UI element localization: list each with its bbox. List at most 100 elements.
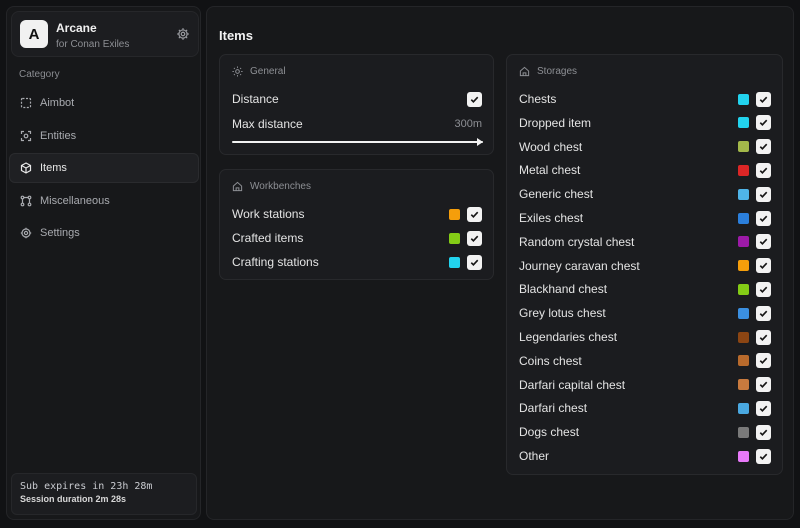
- sidebar-item-aimbot[interactable]: Aimbot: [9, 88, 199, 118]
- gear-icon: [20, 227, 32, 239]
- storage-label: Exiles chest: [519, 211, 584, 225]
- app-logo: A: [20, 20, 48, 48]
- storage-checkbox[interactable]: [756, 329, 771, 345]
- check-icon: [759, 381, 768, 389]
- color-swatch[interactable]: [738, 141, 749, 153]
- brand-settings-gear-icon[interactable]: [176, 27, 190, 41]
- color-swatch[interactable]: [449, 232, 460, 244]
- storage-label: Dropped item: [519, 115, 592, 130]
- check-icon: [759, 167, 768, 174]
- workbench-row: Work stations: [232, 203, 482, 225]
- color-swatch[interactable]: [738, 355, 749, 367]
- storage-checkbox[interactable]: [756, 281, 771, 297]
- storage-row: Grey lotus chest: [519, 302, 771, 324]
- storage-checkbox[interactable]: [756, 139, 771, 155]
- color-swatch[interactable]: [738, 188, 749, 200]
- storage-row: Legendaries chest: [519, 326, 771, 348]
- sidebar-item-miscellaneous[interactable]: Miscellaneous: [9, 186, 199, 216]
- storage-label: Journey caravan chest: [519, 258, 640, 273]
- storage-checkbox[interactable]: [756, 424, 771, 440]
- check-icon: [470, 235, 479, 242]
- storages-card: Storages Chests Dropped item Wood chest Met…: [506, 54, 783, 475]
- storage-row: Chests: [519, 88, 771, 110]
- color-swatch[interactable]: [738, 379, 749, 391]
- storage-label: Coins chest: [519, 353, 582, 368]
- max-distance-label: Max distance: [232, 117, 303, 131]
- storage-row: Coins chest: [519, 350, 771, 372]
- color-swatch[interactable]: [449, 208, 460, 220]
- storage-checkbox[interactable]: [756, 186, 771, 202]
- color-swatch[interactable]: [738, 260, 749, 272]
- storage-row: Dropped item: [519, 112, 771, 134]
- color-swatch[interactable]: [449, 256, 460, 268]
- workbenches-card-title: Workbenches: [250, 181, 311, 192]
- distance-label: Distance: [232, 92, 279, 106]
- color-swatch[interactable]: [738, 331, 749, 343]
- storage-label: Dogs chest: [519, 425, 580, 440]
- color-swatch[interactable]: [738, 307, 749, 319]
- sidebar-item-settings[interactable]: Settings: [9, 218, 199, 248]
- check-icon: [759, 262, 768, 270]
- color-swatch[interactable]: [738, 212, 749, 224]
- color-swatch[interactable]: [738, 283, 749, 295]
- storage-row: Journey caravan chest: [519, 255, 771, 277]
- storage-row: Darfari capital chest: [519, 374, 771, 396]
- house-icon: [232, 181, 243, 192]
- sun-icon: [232, 66, 243, 77]
- general-card-title: General: [250, 66, 286, 77]
- color-swatch[interactable]: [738, 450, 749, 462]
- storage-label: Metal chest: [519, 163, 581, 178]
- general-card: General Distance Max distance 300m: [219, 54, 494, 155]
- color-swatch[interactable]: [738, 164, 749, 176]
- check-icon: [759, 119, 768, 127]
- sidebar-item-label: Aimbot: [40, 97, 75, 109]
- check-icon: [759, 334, 768, 341]
- storage-checkbox[interactable]: [756, 210, 771, 226]
- storage-label: Wood chest: [519, 139, 583, 154]
- color-swatch[interactable]: [738, 426, 749, 438]
- sidebar-item-label: Items: [40, 162, 67, 174]
- color-swatch[interactable]: [738, 93, 749, 105]
- check-icon: [759, 143, 768, 151]
- storage-row: Metal chest: [519, 159, 771, 181]
- sidebar: A Arcane for Conan Exiles Category Aimbo…: [6, 6, 201, 520]
- check-icon: [470, 259, 479, 266]
- storage-row: Dogs chest: [519, 421, 771, 443]
- cube-icon: [20, 162, 32, 174]
- storage-checkbox[interactable]: [756, 234, 771, 250]
- slider-handle[interactable]: [477, 138, 483, 146]
- storage-checkbox[interactable]: [756, 258, 771, 274]
- color-swatch[interactable]: [738, 117, 749, 129]
- general-card-header: General: [232, 66, 286, 77]
- workbench-label: Work stations: [232, 207, 305, 221]
- storage-checkbox[interactable]: [756, 377, 771, 393]
- storage-label: Grey lotus chest: [519, 306, 606, 321]
- distance-checkbox[interactable]: [467, 91, 482, 107]
- workbenches-card: Workbenches Work stations Crafted items Cr…: [219, 169, 494, 280]
- sidebar-item-entities[interactable]: Entities: [9, 121, 199, 151]
- storage-checkbox[interactable]: [756, 448, 771, 464]
- sidebar-item-items[interactable]: Items: [9, 153, 199, 183]
- house-icon: [519, 66, 530, 77]
- color-swatch[interactable]: [738, 236, 749, 248]
- color-swatch[interactable]: [738, 402, 749, 414]
- storage-checkbox[interactable]: [756, 115, 771, 131]
- storage-checkbox[interactable]: [756, 91, 771, 107]
- storage-row: Exiles chest: [519, 207, 771, 229]
- storage-row: Wood chest: [519, 136, 771, 158]
- storage-checkbox[interactable]: [756, 162, 771, 178]
- workbench-checkbox[interactable]: [467, 254, 482, 270]
- storage-checkbox[interactable]: [756, 305, 771, 321]
- storage-label: Random crystal chest: [519, 234, 635, 249]
- storage-checkbox[interactable]: [756, 400, 771, 416]
- max-distance-slider[interactable]: [232, 138, 483, 146]
- storage-label: Generic chest: [519, 187, 594, 202]
- storage-label: Blackhand chest: [519, 282, 608, 297]
- app-window: A Arcane for Conan Exiles Category Aimbo…: [0, 0, 800, 528]
- check-icon: [759, 429, 768, 436]
- crosshair-square-icon: [20, 97, 32, 109]
- workbench-checkbox[interactable]: [467, 230, 482, 246]
- storage-checkbox[interactable]: [756, 353, 771, 369]
- workbench-checkbox[interactable]: [467, 206, 482, 222]
- check-icon: [759, 191, 768, 198]
